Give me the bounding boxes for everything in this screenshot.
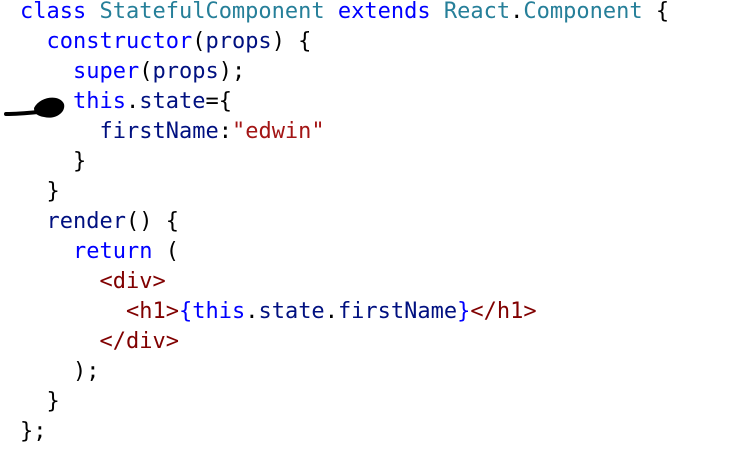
code-token: .: [125, 89, 140, 114]
code-token: <: [99, 269, 113, 294]
code-token: ) {: [271, 29, 312, 54]
code-token: >: [165, 329, 179, 354]
code-token: StatefulComponent: [99, 0, 325, 24]
code-token: firstName: [337, 299, 458, 324]
code-token: :: [218, 119, 232, 144]
hand-drawn-arrow-icon: [4, 97, 65, 118]
code-line: super(props);: [20, 57, 245, 87]
code-token: props: [205, 29, 272, 54]
code-token: "edwin": [231, 119, 325, 144]
code-token: );: [20, 359, 100, 384]
code-token: </: [99, 329, 126, 354]
code-token: this: [192, 299, 246, 324]
code-line: class StatefulComponent extends React.Co…: [20, 0, 669, 27]
code-line: return (: [20, 237, 179, 267]
code-line: <div>: [20, 267, 166, 297]
code-token: >: [523, 299, 537, 324]
code-token: React: [443, 0, 511, 24]
code-token: div: [112, 269, 153, 294]
code-token: </: [470, 299, 497, 324]
code-line: <h1>{this.state.firstName}</h1>: [20, 297, 537, 327]
code-token: state: [139, 89, 206, 114]
code-line: }: [20, 387, 60, 417]
code-token: <: [125, 299, 140, 324]
code-token: h1: [139, 299, 166, 324]
code-token: h1: [496, 299, 524, 324]
code-token: {: [178, 299, 193, 324]
code-token: div: [125, 329, 166, 354]
code-line: }: [20, 147, 86, 177]
code-token: class: [20, 0, 87, 24]
code-token: this: [72, 89, 126, 114]
code-line: render() {: [20, 207, 179, 237]
code-token: }: [20, 389, 60, 414]
code-token: .: [324, 299, 338, 324]
code-token: }: [457, 299, 471, 324]
code-token: firstName: [99, 119, 219, 144]
code-line: );: [20, 357, 100, 387]
code-token: Component: [523, 0, 643, 24]
code-line: };: [20, 417, 47, 447]
code-token: super: [72, 59, 140, 84]
code-token: };: [20, 419, 47, 444]
code-token: () {: [125, 209, 179, 234]
code-token: >: [152, 269, 166, 294]
code-line: </div>: [20, 327, 179, 357]
code-token: .: [245, 299, 259, 324]
code-token: }: [20, 179, 60, 204]
code-token: extends: [337, 0, 431, 24]
code-token: .: [510, 0, 524, 24]
code-token: }: [20, 149, 87, 174]
code-token: (: [152, 239, 179, 264]
code-editor: class StatefulComponent extends React.Co…: [0, 0, 730, 450]
code-token: (: [139, 59, 153, 84]
code-token: (: [192, 29, 206, 54]
code-token: constructor: [46, 29, 193, 54]
code-token: state: [258, 299, 325, 324]
code-token: >: [165, 299, 179, 324]
code-token: ={: [205, 89, 232, 114]
code-token: );: [218, 59, 246, 84]
code-token: render: [46, 209, 126, 234]
code-line: }: [20, 177, 60, 207]
code-line: constructor(props) {: [20, 27, 312, 57]
code-token: props: [152, 59, 219, 84]
code-token: {: [642, 0, 670, 24]
code-token: return: [72, 239, 153, 264]
